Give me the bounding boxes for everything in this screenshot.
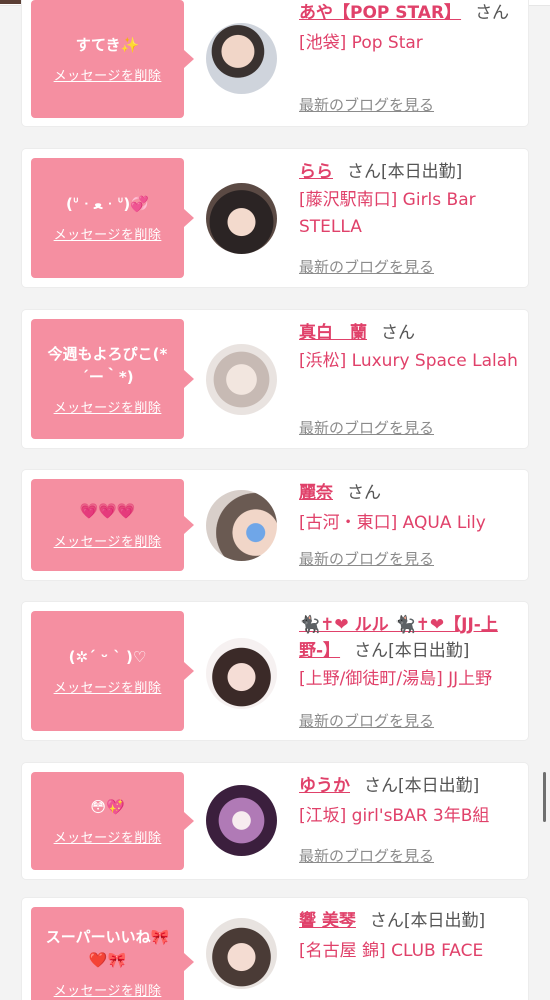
cast-name-link[interactable]: 響 美琴	[299, 911, 356, 931]
delete-message-link[interactable]: メッセージを削除	[54, 827, 162, 846]
avatar[interactable]	[206, 785, 277, 856]
honorific: さん	[381, 323, 415, 343]
avatar[interactable]	[206, 183, 277, 254]
message-text: 💗💗💗	[79, 502, 136, 520]
delete-message-link[interactable]: メッセージを削除	[54, 677, 162, 696]
shop-name: [藤沢駅南口] Girls Bar STELLA	[299, 190, 476, 237]
message-bubble: 今週もよろぴこ(*´ー｀*) メッセージを削除	[31, 319, 194, 439]
message-card: (ᐡ ᐧ ﻌ ᐧ ᐡ)💞 メッセージを削除 らら さん[本日出勤] [藤沢駅南口]…	[22, 149, 528, 287]
honorific: さん	[354, 641, 389, 661]
message-text: 😳💖	[90, 798, 125, 816]
status-badge: [本日出勤]	[403, 911, 486, 931]
cast-name-link[interactable]: 麗奈	[299, 483, 333, 503]
delete-message-link[interactable]: メッセージを削除	[54, 980, 162, 999]
message-text: (ᐡ ᐧ ﻌ ᐧ ᐡ)💞	[66, 195, 149, 213]
shop-name: [浜松] Luxury Space Lalah	[299, 351, 518, 371]
status-badge: [本日出勤]	[398, 776, 480, 796]
delete-message-link[interactable]: メッセージを削除	[54, 397, 162, 416]
message-card: 💗💗💗 メッセージを削除 麗奈 さん [古河・東口] AQUA Lily 最新のブ…	[22, 470, 528, 580]
delete-message-link[interactable]: メッセージを削除	[54, 531, 162, 550]
delete-message-link[interactable]: メッセージを削除	[54, 224, 162, 243]
message-text: すてき✨	[75, 36, 140, 54]
message-bubble: すてき✨ メッセージを削除	[31, 0, 194, 118]
message-bubble: (ᐡ ᐧ ﻌ ᐧ ᐡ)💞 メッセージを削除	[31, 158, 194, 278]
shop-name: [江坂] girl'sBAR 3年B組	[299, 806, 490, 826]
message-text: スーパーいいね🎀❤️🎀	[45, 927, 170, 969]
blog-link[interactable]: 最新のブログを見る	[299, 548, 434, 569]
message-card: 今週もよろぴこ(*´ー｀*) メッセージを削除 真白 蘭さん [浜松] Luxu…	[22, 310, 528, 448]
message-bubble: (✲´ ᵕ ` )♡ メッセージを削除	[31, 611, 194, 731]
honorific: さん	[369, 911, 404, 931]
message-text: (✲´ ᵕ ` )♡	[68, 648, 147, 666]
message-card: (✲´ ᵕ ` )♡ メッセージを削除 🐈‍⬛✝❤ ルル 🐈‍⬛✝❤【JJ-上野…	[22, 602, 528, 740]
blog-link[interactable]: 最新のブログを見る	[299, 710, 434, 731]
shop-name: [名古屋 錦] CLUB FACE	[299, 941, 484, 961]
avatar[interactable]	[206, 490, 277, 561]
blog-link[interactable]: 最新のブログを見る	[299, 94, 434, 115]
honorific: さん	[475, 3, 510, 23]
message-bubble: 💗💗💗 メッセージを削除	[31, 479, 194, 571]
avatar[interactable]	[206, 23, 277, 94]
avatar[interactable]	[206, 344, 277, 415]
status-badge: [本日出勤]	[388, 641, 470, 661]
message-card: 😳💖 メッセージを削除 ゆうか さん[本日出勤] [江坂] girl'sBAR 3…	[22, 763, 528, 879]
avatar[interactable]	[206, 918, 277, 989]
delete-message-link[interactable]: メッセージを削除	[54, 65, 162, 84]
shop-name: [上野/御徒町/湯島] JJ上野	[299, 669, 493, 689]
status-badge: [本日出勤]	[381, 162, 463, 182]
scrollbar[interactable]	[543, 772, 546, 822]
shop-name: [古河・東口] AQUA Lily	[299, 513, 486, 533]
message-text: 今週もよろぴこ(*´ー｀*)	[47, 344, 168, 386]
honorific: さん	[347, 483, 381, 503]
message-bubble: 😳💖 メッセージを削除	[31, 772, 194, 870]
cast-name-link[interactable]: 真白 蘭	[299, 323, 367, 343]
cast-name-link[interactable]: らら	[299, 162, 333, 182]
blog-link[interactable]: 最新のブログを見る	[299, 417, 434, 438]
cast-name-link[interactable]: あや【POP STAR】	[299, 3, 461, 23]
blog-link[interactable]: 最新のブログを見る	[299, 256, 434, 277]
honorific: さん	[364, 776, 398, 796]
honorific: さん	[347, 162, 381, 182]
message-card: すてき✨ メッセージを削除 あや【POP STAR】 さん [池袋] Pop St…	[22, 0, 528, 126]
message-card: スーパーいいね🎀❤️🎀 メッセージを削除 響 美琴 さん[本日出勤] [名古屋 錦…	[22, 898, 528, 1000]
message-bubble: スーパーいいね🎀❤️🎀 メッセージを削除	[31, 907, 194, 1000]
shop-name: [池袋] Pop Star	[299, 33, 423, 53]
avatar[interactable]	[206, 638, 277, 709]
blog-link[interactable]: 最新のブログを見る	[299, 845, 434, 866]
cast-name-link[interactable]: ゆうか	[299, 776, 350, 796]
